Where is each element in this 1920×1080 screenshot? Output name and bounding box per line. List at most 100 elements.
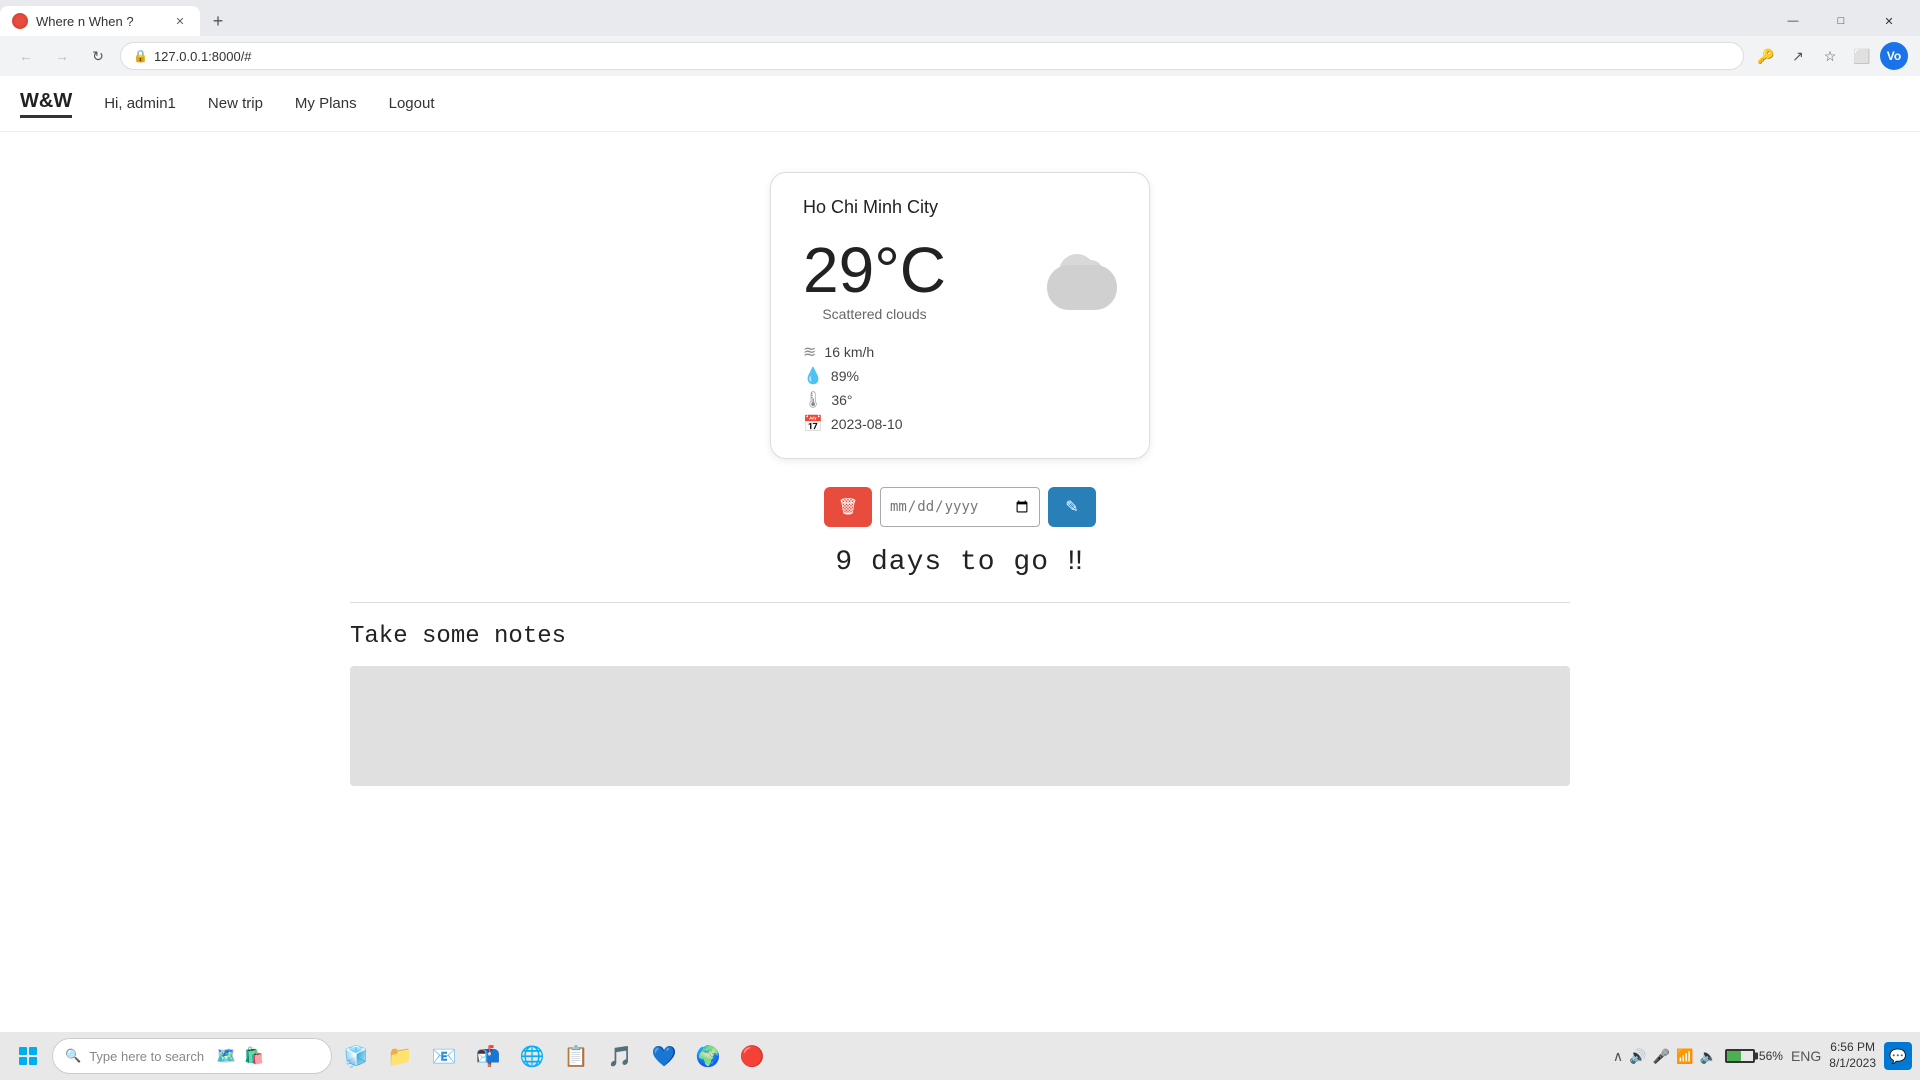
taskbar-vs-app[interactable]: 💙 bbox=[644, 1036, 684, 1076]
cloud-shape bbox=[1047, 265, 1117, 310]
taskbar-right: ∧ 🔊 🎤 📶 🔈 56% ENG 6:56 PM 8/1/2023 💬 bbox=[1613, 1040, 1912, 1071]
back-button[interactable]: ← bbox=[12, 42, 40, 70]
nav-brand: W&W bbox=[20, 90, 72, 118]
wind-icon: ≋ bbox=[803, 342, 816, 362]
window-controls: — □ ✕ bbox=[1770, 6, 1920, 36]
minimize-button[interactable]: — bbox=[1770, 6, 1816, 36]
tab-close-button[interactable]: ✕ bbox=[172, 13, 188, 29]
battery-bar bbox=[1725, 1049, 1755, 1063]
url-text: 127.0.0.1:8000/# bbox=[154, 49, 252, 64]
key-icon[interactable]: 🔑 bbox=[1752, 42, 1780, 70]
taskbar-mail-app[interactable]: 📧 bbox=[424, 1036, 464, 1076]
battery-tip bbox=[1755, 1053, 1758, 1060]
taskbar-files-app[interactable]: 📁 bbox=[380, 1036, 420, 1076]
active-tab[interactable]: Where n When ? ✕ bbox=[0, 6, 200, 36]
tray-volume[interactable]: 🔈 bbox=[1699, 1048, 1716, 1065]
browser-actions: 🔑 ↗ ☆ ⬜ Vo bbox=[1752, 42, 1908, 70]
weather-temp-row: 29°C Scattered clouds bbox=[803, 238, 1117, 322]
tray-speaker[interactable]: 🔊 bbox=[1629, 1048, 1646, 1065]
tab-favicon bbox=[12, 13, 28, 29]
taskbar: 🔍 Type here to search 🗺️ 🛍️ 🧊 📁 📧 📬 🌐 📋 … bbox=[0, 1032, 1920, 1080]
clock-time: 6:56 PM bbox=[1830, 1040, 1875, 1056]
tray-show[interactable]: ∧ bbox=[1613, 1048, 1623, 1065]
tab-bar: Where n When ? ✕ + — □ ✕ bbox=[0, 0, 1920, 36]
taskbar-media-app[interactable]: 🎵 bbox=[600, 1036, 640, 1076]
weather-card: Ho Chi Minh City 29°C Scattered clouds ≋… bbox=[770, 172, 1150, 459]
win-sq-4 bbox=[29, 1057, 37, 1065]
calendar-icon: 📅 bbox=[803, 414, 823, 434]
humidity-row: 💧 89% bbox=[803, 366, 1117, 386]
date-input[interactable] bbox=[880, 487, 1040, 527]
weather-description: Scattered clouds bbox=[822, 306, 926, 322]
clock-date: 8/1/2023 bbox=[1829, 1056, 1876, 1072]
weather-temp-info: 29°C Scattered clouds bbox=[803, 238, 946, 322]
thermometer-icon: 🌡 bbox=[803, 390, 823, 410]
section-divider bbox=[350, 602, 1570, 603]
forward-button[interactable]: → bbox=[48, 42, 76, 70]
humidity-value: 89% bbox=[831, 368, 859, 384]
win-sq-1 bbox=[19, 1047, 27, 1055]
controls-row: 🗑 ✎ bbox=[824, 487, 1096, 527]
taskbar-security-app[interactable]: 🔴 bbox=[732, 1036, 772, 1076]
weather-icon bbox=[1047, 250, 1117, 310]
share-icon[interactable]: ↗ bbox=[1784, 42, 1812, 70]
weather-temperature: 29°C bbox=[803, 238, 946, 302]
sidebar-icon[interactable]: ⬜ bbox=[1848, 42, 1876, 70]
refresh-button[interactable]: ↻ bbox=[84, 42, 112, 70]
url-bar[interactable]: 🔒 127.0.0.1:8000/# bbox=[120, 42, 1744, 70]
wind-row: ≋ 16 km/h bbox=[803, 342, 1117, 362]
maximize-button[interactable]: □ bbox=[1818, 6, 1864, 36]
main-content: Ho Chi Minh City 29°C Scattered clouds ≋… bbox=[0, 132, 1920, 811]
battery-fill bbox=[1727, 1051, 1742, 1061]
notes-textarea[interactable] bbox=[350, 666, 1570, 786]
taskbar-notes-app[interactable]: 📋 bbox=[556, 1036, 596, 1076]
search-placeholder-text: Type here to search bbox=[89, 1049, 204, 1064]
taskbar-outlook-app[interactable]: 📬 bbox=[468, 1036, 508, 1076]
notification-button[interactable]: 💬 bbox=[1884, 1042, 1912, 1070]
taskbar-search[interactable]: 🔍 Type here to search 🗺️ 🛍️ bbox=[52, 1038, 332, 1074]
feels-like-value: 36° bbox=[831, 392, 852, 408]
date-value: 2023-08-10 bbox=[831, 416, 903, 432]
delete-button[interactable]: 🗑 bbox=[824, 487, 872, 527]
store-icon: 🛍️ bbox=[244, 1046, 264, 1066]
profile-button[interactable]: Vo bbox=[1880, 42, 1908, 70]
tray-mic[interactable]: 🎤 bbox=[1653, 1048, 1670, 1065]
address-bar: ← → ↻ 🔒 127.0.0.1:8000/# 🔑 ↗ ☆ ⬜ Vo bbox=[0, 36, 1920, 76]
weather-details: ≋ 16 km/h 💧 89% 🌡 36° 📅 2023-08-10 bbox=[803, 342, 1117, 434]
nav-logout[interactable]: Logout bbox=[389, 95, 435, 112]
nav-new-trip[interactable]: New trip bbox=[208, 95, 263, 112]
edit-button[interactable]: ✎ bbox=[1048, 487, 1096, 527]
search-icon: 🔍 bbox=[65, 1048, 81, 1064]
start-button[interactable] bbox=[8, 1036, 48, 1076]
humidity-icon: 💧 bbox=[803, 366, 823, 386]
language-indicator: ENG bbox=[1791, 1048, 1821, 1064]
browser-chrome: Where n When ? ✕ + — □ ✕ ← → ↻ 🔒 127.0.0… bbox=[0, 0, 1920, 76]
windows-icon bbox=[19, 1047, 37, 1065]
wind-value: 16 km/h bbox=[824, 344, 874, 360]
battery-percent: 56% bbox=[1759, 1049, 1783, 1063]
nav-greeting: Hi, admin1 bbox=[104, 95, 176, 112]
notes-title: Take some notes bbox=[350, 623, 1570, 650]
system-clock[interactable]: 6:56 PM 8/1/2023 bbox=[1829, 1040, 1876, 1071]
new-tab-button[interactable]: + bbox=[204, 7, 232, 35]
tray-icons: ∧ 🔊 🎤 📶 🔈 bbox=[1613, 1048, 1717, 1065]
countdown: 9 days to go ‼ bbox=[835, 547, 1084, 578]
close-button[interactable]: ✕ bbox=[1866, 6, 1912, 36]
nav-my-plans[interactable]: My Plans bbox=[295, 95, 357, 112]
win-sq-2 bbox=[29, 1047, 37, 1055]
taskbar-edge-app[interactable]: 🌐 bbox=[512, 1036, 552, 1076]
date-row: 📅 2023-08-10 bbox=[803, 414, 1117, 434]
tab-title: Where n When ? bbox=[36, 14, 164, 29]
taskbar-store-app[interactable]: 🧊 bbox=[336, 1036, 376, 1076]
tray-wifi[interactable]: 📶 bbox=[1676, 1048, 1693, 1065]
lock-icon: 🔒 bbox=[133, 49, 148, 63]
weather-city: Ho Chi Minh City bbox=[803, 197, 1117, 218]
bookmark-icon[interactable]: ☆ bbox=[1816, 42, 1844, 70]
win-sq-3 bbox=[19, 1057, 27, 1065]
navbar: W&W Hi, admin1 New trip My Plans Logout bbox=[0, 76, 1920, 132]
notes-section: Take some notes bbox=[350, 623, 1570, 791]
app-container: W&W Hi, admin1 New trip My Plans Logout … bbox=[0, 76, 1920, 811]
battery-indicator: 56% bbox=[1725, 1049, 1783, 1063]
cortana-icon: 🗺️ bbox=[216, 1046, 236, 1066]
taskbar-chrome-app[interactable]: 🌍 bbox=[688, 1036, 728, 1076]
